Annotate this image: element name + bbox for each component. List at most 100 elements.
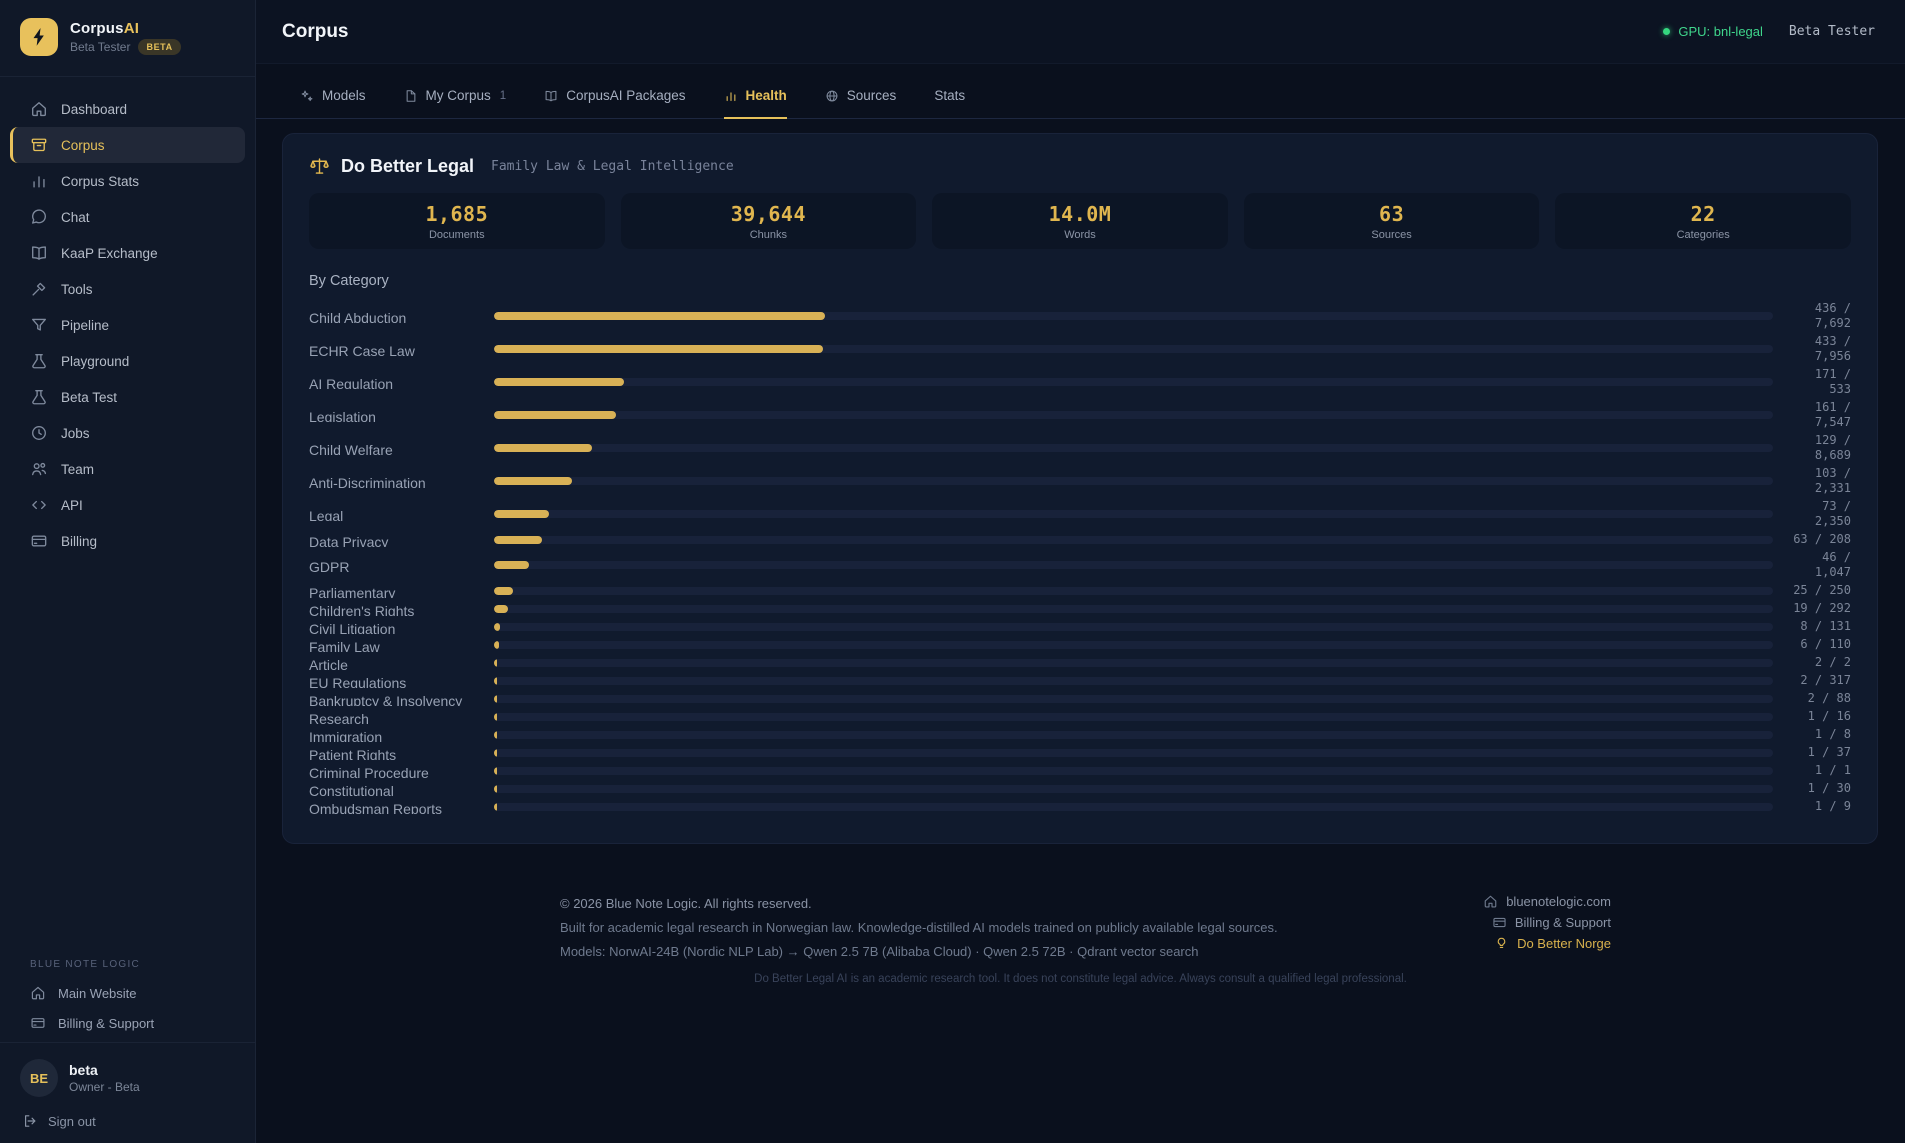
stat-card-documents: 1,685 Documents: [309, 193, 605, 249]
sidebar-item-label: Billing: [61, 534, 97, 549]
category-bar-track: [494, 749, 1773, 757]
tab-my-corpus[interactable]: My Corpus1: [404, 88, 507, 119]
tab-label: Sources: [847, 88, 897, 103]
sidebar-item-beta-test[interactable]: Beta Test: [0, 379, 255, 415]
category-bar-fill: [494, 677, 497, 685]
archive-icon: [30, 136, 48, 154]
category-row-data-privacy: Data Privacy63 / 208: [309, 532, 1851, 547]
tab-sources[interactable]: Sources: [825, 88, 897, 119]
category-label: Bankruptcy & Insolvency: [309, 692, 494, 706]
bulb-icon: [1494, 936, 1509, 951]
topbar: Corpus GPU: bnl-legal Beta Tester: [256, 0, 1905, 64]
app-root: CorpusAI Beta Tester BETA DashboardCorpu…: [0, 0, 1905, 1143]
corpus-header: Do Better Legal Family Law & Legal Intel…: [309, 156, 1851, 177]
sidebar-item-kaap-exchange[interactable]: KaaP Exchange: [0, 235, 255, 271]
category-value: 171 / 533: [1789, 367, 1851, 397]
category-bar-fill: [494, 785, 497, 793]
tab-health[interactable]: Health: [724, 88, 787, 119]
category-row-echr-case-law: ECHR Case Law433 / 7,956: [309, 334, 1851, 364]
globe-icon: [825, 89, 839, 103]
stat-label: Documents: [429, 229, 485, 241]
category-row-parliamentary: Parliamentary25 / 250: [309, 583, 1851, 598]
sidebar-item-team[interactable]: Team: [0, 451, 255, 487]
sidebar-item-label: Corpus Stats: [61, 174, 139, 189]
category-label: Children's Rights: [309, 602, 494, 616]
sidebar-item-tools[interactable]: Tools: [0, 271, 255, 307]
org-link-billing-support[interactable]: Billing & Support: [0, 1008, 255, 1038]
sidebar-item-dashboard[interactable]: Dashboard: [0, 91, 255, 127]
category-bar-track: [494, 411, 1773, 419]
sidebar-divider: [0, 1042, 255, 1043]
footer-link-do-better-norge[interactable]: Do Better Norge: [1494, 936, 1611, 951]
sidebar-bottom: BLUE NOTE LOGIC Main WebsiteBilling & Su…: [0, 959, 255, 1143]
tab-stats[interactable]: Stats: [934, 88, 965, 119]
sidebar-item-label: Playground: [61, 354, 129, 369]
sign-out-button[interactable]: Sign out: [0, 1103, 255, 1131]
org-links: Main WebsiteBilling & Support: [0, 978, 255, 1038]
footer-link-billing-support[interactable]: Billing & Support: [1492, 915, 1611, 930]
sidebar-item-pipeline[interactable]: Pipeline: [0, 307, 255, 343]
logout-icon: [22, 1113, 38, 1129]
category-row-child-abduction: Child Abduction436 / 7,692: [309, 301, 1851, 331]
stats-row: 1,685Documents39,644Chunks14.0MWords63So…: [309, 193, 1851, 249]
sidebar-item-corpus[interactable]: Corpus: [10, 127, 245, 163]
category-label: Parliamentary: [309, 584, 494, 598]
sidebar-item-label: Beta Test: [61, 390, 117, 405]
category-bar-fill: [494, 623, 500, 631]
category-bar-fill: [494, 477, 572, 485]
user-profile[interactable]: BE beta Owner - Beta: [0, 1047, 255, 1103]
flask-icon: [30, 352, 48, 370]
category-value: 63 / 208: [1789, 532, 1851, 547]
org-link-main-website[interactable]: Main Website: [0, 978, 255, 1008]
stat-card-categories: 22Categories: [1555, 193, 1851, 249]
footer-description: Built for academic legal research in Nor…: [560, 920, 1905, 935]
category-row-immigration: Immigration1 / 8: [309, 727, 1851, 742]
category-row-patient-rights: Patient Rights1 / 37: [309, 745, 1851, 760]
category-bar-track: [494, 623, 1773, 631]
tab-models[interactable]: Models: [300, 88, 366, 119]
category-bar-fill: [494, 641, 499, 649]
footer-link-bluenotelogic-com[interactable]: bluenotelogic.com: [1483, 894, 1611, 909]
category-label: Constitutional: [309, 782, 494, 796]
user-name: beta: [69, 1062, 140, 1078]
tab-bar: Models My Corpus1 CorpusAI Packages Health S…: [256, 64, 1905, 119]
sidebar-item-playground[interactable]: Playground: [0, 343, 255, 379]
footer-links: bluenotelogic.com Billing & Support Do Bet…: [1483, 894, 1611, 951]
sidebar-item-corpus-stats[interactable]: Corpus Stats: [0, 163, 255, 199]
home-icon: [1483, 894, 1498, 909]
category-row-civil-litigation: Civil Litigation8 / 131: [309, 619, 1851, 634]
category-row-bankruptcy-insolvency: Bankruptcy & Insolvency2 / 88: [309, 691, 1851, 706]
tab-corpusai-packages[interactable]: CorpusAI Packages: [544, 88, 685, 119]
category-row-gdpr: GDPR 46 / 1,047: [309, 550, 1851, 580]
category-bar-track: [494, 641, 1773, 649]
category-row-research: Research1 / 16: [309, 709, 1851, 724]
code-icon: [30, 496, 48, 514]
brand-name: CorpusAI: [70, 20, 181, 37]
category-label: GDPR: [309, 558, 494, 572]
category-bar-fill: [494, 378, 624, 386]
category-label: Civil Litigation: [309, 620, 494, 634]
brand[interactable]: CorpusAI Beta Tester BETA: [0, 0, 255, 72]
stat-value: 1,685: [425, 202, 488, 226]
tab-label: CorpusAI Packages: [566, 88, 685, 103]
page-title: Corpus: [282, 21, 349, 43]
flask-icon: [30, 388, 48, 406]
sidebar-item-api[interactable]: API: [0, 487, 255, 523]
sidebar-item-jobs[interactable]: Jobs: [0, 415, 255, 451]
sidebar-item-billing[interactable]: Billing: [0, 523, 255, 559]
sidebar-item-label: Pipeline: [61, 318, 109, 333]
funnel-icon: [30, 316, 48, 334]
sidebar-item-chat[interactable]: Chat: [0, 199, 255, 235]
tab-label: Health: [746, 88, 787, 103]
topbar-user-label: Beta Tester: [1789, 24, 1875, 39]
sidebar-item-label: Chat: [61, 210, 90, 225]
category-bar-track: [494, 536, 1773, 544]
brand-subtitle: Beta Tester: [70, 40, 130, 54]
file-icon: [404, 89, 418, 103]
chart-icon: [724, 89, 738, 103]
category-bar-track: [494, 510, 1773, 518]
category-bar-track: [494, 444, 1773, 452]
category-bar-fill: [494, 731, 497, 739]
category-row-eu-regulations: EU Regulations2 / 317: [309, 673, 1851, 688]
category-value: 46 / 1,047: [1789, 550, 1851, 580]
